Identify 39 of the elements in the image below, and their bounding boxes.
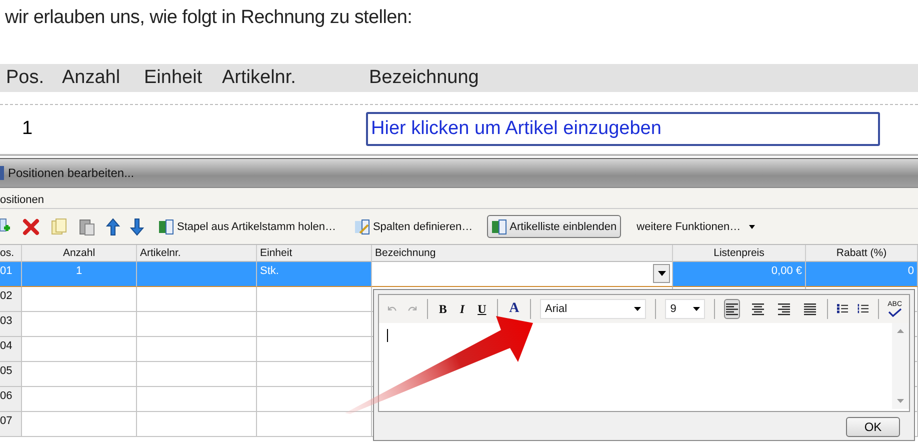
intro-text: wir erlauben uns, wie folgt in Rechnung zu stellen:: [4, 6, 414, 30]
column-header[interactable]: Artikelnr.: [137, 245, 257, 262]
column-header: Pos.: [5, 67, 46, 89]
more-functions-menu[interactable]: weitere Funktionen…: [630, 220, 761, 234]
toolbar-button[interactable]: Stapel aus Artikelstamm holen…: [154, 215, 340, 238]
column-header[interactable]: Einheit: [257, 245, 372, 262]
toolbar-button[interactable]: Spalten definieren…: [350, 215, 477, 238]
table-cell: 07: [0, 412, 22, 437]
position-number: 1: [21, 118, 34, 140]
column-header[interactable]: os.: [0, 245, 22, 262]
table-cell: 06: [0, 387, 22, 412]
column-header: Anzahl: [62, 67, 122, 89]
column-header[interactable]: Anzahl: [22, 245, 137, 262]
column-header[interactable]: Bezeichnung: [372, 245, 673, 262]
table-cell: 0,00 €: [673, 262, 806, 287]
table-cell: 05: [0, 362, 22, 387]
table-cell: 04: [0, 337, 22, 362]
table-cell: Stk.: [257, 262, 372, 287]
column-header[interactable]: Listenpreis: [673, 245, 806, 262]
font-select[interactable]: Arial: [540, 299, 646, 319]
format-button[interactable]: B: [436, 302, 449, 316]
ok-button[interactable]: OK: [846, 417, 900, 437]
format-button[interactable]: I: [458, 302, 467, 316]
article-input-field[interactable]: Hier klicken um Artikel einzugeben: [366, 112, 880, 146]
window-title: Positionen bearbeiten...: [8, 166, 134, 180]
toolbar-button[interactable]: Artikelliste einblenden: [486, 215, 621, 238]
column-header: Artikelnr.: [222, 67, 297, 89]
font-size-select[interactable]: 9: [665, 299, 705, 319]
table-cell: 02: [0, 287, 22, 312]
table-cell: 0: [806, 262, 918, 287]
table-cell: 03: [0, 312, 22, 337]
column-header: Einheit: [144, 67, 204, 89]
column-header[interactable]: Rabatt (%): [806, 245, 918, 262]
format-button[interactable]: U: [476, 302, 488, 316]
table-cell: 01: [0, 262, 22, 287]
section-label: ositionen: [0, 194, 44, 206]
table-cell: 1: [22, 262, 137, 287]
font-color-button[interactable]: A: [507, 302, 522, 316]
column-header: Bezeichnung: [369, 67, 479, 89]
